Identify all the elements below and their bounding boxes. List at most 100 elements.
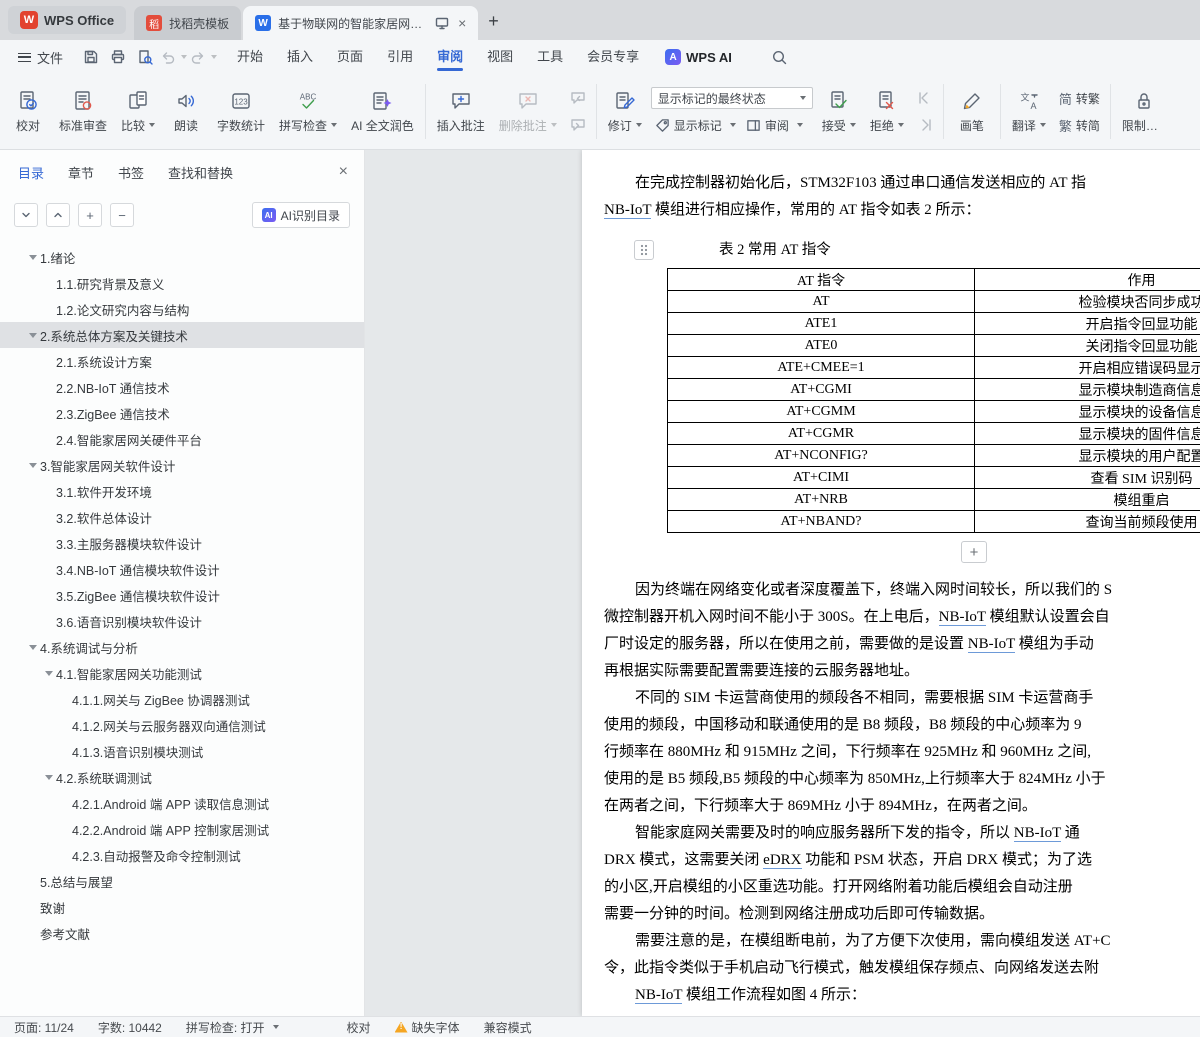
new-tab-button[interactable]: + bbox=[488, 11, 499, 32]
proofread-button[interactable]: 校对 bbox=[4, 86, 52, 138]
outline-item[interactable]: 4.2.1.Android 端 APP 读取信息测试 bbox=[0, 790, 364, 816]
review-pane-button[interactable]: 审阅 bbox=[742, 114, 807, 136]
missing-font-warning[interactable]: ! 缺失字体 bbox=[394, 1019, 460, 1036]
outline-item[interactable]: 4.1.智能家居网关功能测试 bbox=[0, 660, 364, 686]
to-traditional-button[interactable]: 简转繁 bbox=[1055, 87, 1104, 109]
outline-item[interactable]: 2.系统总体方案及关键技术 bbox=[0, 322, 364, 348]
ai-polish-button[interactable]: AI 全文润色 bbox=[344, 86, 421, 138]
template-tab[interactable]: 稻 找稻壳模板 bbox=[134, 6, 242, 40]
next-change-button[interactable] bbox=[913, 114, 937, 136]
page-indicator[interactable]: 页面: 11/24 bbox=[14, 1019, 74, 1036]
ink-brush-button[interactable]: 画笔 bbox=[948, 86, 996, 138]
markup-state-select[interactable]: 显示标记的最终状态 bbox=[650, 87, 813, 109]
sidebar-close-button[interactable]: × bbox=[339, 163, 348, 181]
translate-button[interactable]: 文A 翻译 bbox=[1005, 86, 1053, 138]
outline-item[interactable]: 1.2.论文研究内容与结构 bbox=[0, 296, 364, 322]
print-preview-button[interactable] bbox=[133, 45, 157, 69]
outline-item[interactable]: 4.1.3.语音识别模块测试 bbox=[0, 738, 364, 764]
next-comment-button[interactable] bbox=[566, 114, 590, 136]
outline-caret-icon[interactable] bbox=[26, 462, 40, 468]
menu-tab[interactable]: 开始 bbox=[225, 40, 275, 74]
tab-close-button[interactable]: × bbox=[458, 15, 466, 31]
file-menu-button[interactable]: 文件 bbox=[10, 48, 71, 67]
proofread-status[interactable]: 校对 bbox=[347, 1019, 371, 1036]
outline-caret-icon[interactable] bbox=[42, 774, 56, 780]
outline-item[interactable]: 4.2.系统联调测试 bbox=[0, 764, 364, 790]
sidebar-tab[interactable]: 书签 bbox=[118, 163, 144, 182]
outline-item[interactable]: 3.5.ZigBee 通信模块软件设计 bbox=[0, 582, 364, 608]
to-simplified-button[interactable]: 繁转简 bbox=[1055, 114, 1104, 136]
outline-item[interactable]: 4.2.2.Android 端 APP 控制家居测试 bbox=[0, 816, 364, 842]
outline-item[interactable]: 2.4.智能家居网关硬件平台 bbox=[0, 426, 364, 452]
chevron-up-button[interactable] bbox=[46, 203, 70, 227]
outline-caret-icon[interactable] bbox=[26, 254, 40, 260]
menu-tab[interactable]: 视图 bbox=[475, 40, 525, 74]
wps-ai-button[interactable]: A WPS AI bbox=[665, 49, 732, 65]
menu-tab[interactable]: 工具 bbox=[525, 40, 575, 74]
show-markup-button[interactable]: 显示标记 bbox=[651, 114, 740, 136]
word-count-button[interactable]: 123 字数统计 bbox=[210, 86, 272, 138]
document-page[interactable]: 在完成控制器初始化后，STM32F103 通过串口通信发送相应的 AT 指 NB-… bbox=[582, 150, 1200, 1016]
table-drag-handle[interactable] bbox=[634, 240, 654, 260]
compat-mode-indicator[interactable]: 兼容模式 bbox=[484, 1019, 532, 1036]
outline-item[interactable]: 3.2.软件总体设计 bbox=[0, 504, 364, 530]
outline-item[interactable]: 1.绪论 bbox=[0, 244, 364, 270]
menu-tab[interactable]: 引用 bbox=[375, 40, 425, 74]
insert-comment-button[interactable]: 插入批注 bbox=[430, 86, 492, 138]
outline-item[interactable]: 3.6.语音识别模块软件设计 bbox=[0, 608, 364, 634]
track-changes-button[interactable]: 修订 bbox=[601, 86, 649, 138]
print-preview-icon bbox=[139, 50, 153, 65]
word-count-indicator[interactable]: 字数: 10442 bbox=[98, 1019, 162, 1036]
reject-button[interactable]: 拒绝 bbox=[863, 86, 911, 138]
outline-caret-icon[interactable] bbox=[42, 670, 56, 676]
save-button[interactable] bbox=[79, 45, 103, 69]
document-area[interactable]: 在完成控制器初始化后，STM32F103 通过串口通信发送相应的 AT 指 NB-… bbox=[365, 150, 1200, 1016]
sidebar-tab[interactable]: 章节 bbox=[68, 163, 94, 182]
menu-tab[interactable]: 会员专享 bbox=[575, 40, 651, 74]
sidebar-tab[interactable]: 目录 bbox=[18, 163, 44, 182]
outline-item[interactable]: 1.1.研究背景及意义 bbox=[0, 270, 364, 296]
menu-tab[interactable]: 页面 bbox=[325, 40, 375, 74]
undo-button[interactable] bbox=[160, 45, 188, 69]
outline-item[interactable]: 2.2.NB-IoT 通信技术 bbox=[0, 374, 364, 400]
read-aloud-button[interactable]: 朗读 bbox=[162, 86, 210, 138]
outline-item[interactable]: 3.1.软件开发环境 bbox=[0, 478, 364, 504]
outline-item[interactable]: 3.4.NB-IoT 通信模块软件设计 bbox=[0, 556, 364, 582]
search-button[interactable] bbox=[768, 45, 792, 69]
outline-item[interactable]: 5.总结与展望 bbox=[0, 868, 364, 894]
outline-item[interactable]: 4.1.1.网关与 ZigBee 协调器测试 bbox=[0, 686, 364, 712]
document-text-line: DRX 模式，这需要关闭 eDRX 功能和 PSM 状态，开启 DRX 模式；为… bbox=[604, 852, 1092, 869]
standard-review-button[interactable]: 标准审查 bbox=[52, 86, 114, 138]
accept-button[interactable]: 接受 bbox=[815, 86, 863, 138]
outline-item[interactable]: 致谢 bbox=[0, 894, 364, 920]
wps-office-button[interactable]: W WPS Office bbox=[8, 6, 127, 34]
chevron-down-button[interactable] bbox=[14, 203, 38, 227]
outline-item[interactable]: 4.1.2.网关与云服务器双向通信测试 bbox=[0, 712, 364, 738]
sidebar-tab[interactable]: 查找和替换 bbox=[168, 163, 233, 182]
document-tab[interactable]: W 基于物联网的智能家居网关设... × bbox=[243, 6, 479, 40]
spellcheck-status[interactable]: 拼写检查: 打开 bbox=[186, 1019, 279, 1036]
spellcheck-button[interactable]: ABC 拼写检查 bbox=[272, 86, 344, 138]
outline-item[interactable]: 3.智能家居网关软件设计 bbox=[0, 452, 364, 478]
delete-comment-button[interactable]: 删除批注 bbox=[492, 86, 564, 138]
outline-item[interactable]: 2.1.系统设计方案 bbox=[0, 348, 364, 374]
outline-caret-icon[interactable] bbox=[26, 644, 40, 650]
print-button[interactable] bbox=[106, 45, 130, 69]
outline-item[interactable]: 4.2.3.自动报警及命令控制测试 bbox=[0, 842, 364, 868]
redo-button[interactable] bbox=[190, 45, 218, 69]
outline-item[interactable]: 3.3.主服务器模块软件设计 bbox=[0, 530, 364, 556]
expand-all-button[interactable]: + bbox=[78, 203, 102, 227]
outline-caret-icon[interactable] bbox=[26, 332, 40, 338]
prev-comment-button[interactable] bbox=[566, 87, 590, 109]
insert-row-button[interactable]: + bbox=[961, 541, 987, 563]
outline-item[interactable]: 4.系统调试与分析 bbox=[0, 634, 364, 660]
outline-item[interactable]: 2.3.ZigBee 通信技术 bbox=[0, 400, 364, 426]
ai-recognize-toc-button[interactable]: AI AI识别目录 bbox=[251, 202, 350, 228]
outline-item[interactable]: 参考文献 bbox=[0, 920, 364, 946]
prev-change-button[interactable] bbox=[913, 87, 937, 109]
compare-button[interactable]: 比较 bbox=[114, 86, 162, 138]
menu-tab[interactable]: 插入 bbox=[275, 40, 325, 74]
menu-tab[interactable]: 审阅 bbox=[425, 40, 475, 74]
restrict-edit-button[interactable]: 限制编辑 bbox=[1115, 86, 1173, 138]
collapse-all-button[interactable]: − bbox=[110, 203, 134, 227]
